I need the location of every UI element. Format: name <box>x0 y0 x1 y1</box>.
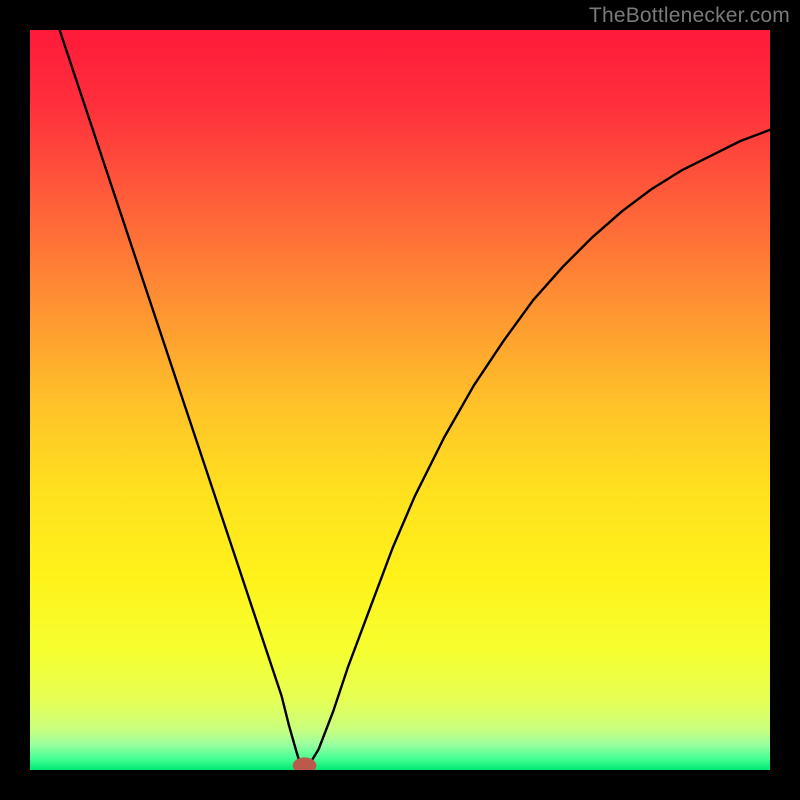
gradient-background <box>30 30 770 770</box>
plot-area <box>30 30 770 770</box>
attribution-label: TheBottleneсker.com <box>589 4 790 28</box>
chart-frame: TheBottleneсker.com <box>0 0 800 800</box>
bottleneck-chart <box>30 30 770 770</box>
